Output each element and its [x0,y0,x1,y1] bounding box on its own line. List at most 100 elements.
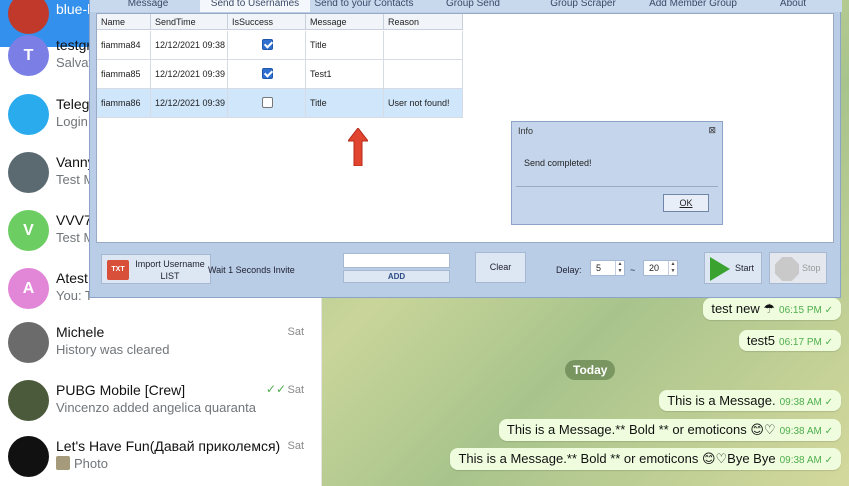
delay-label: Delay: [556,265,582,275]
outgoing-message-bubble[interactable]: This is a Message.** Bold ** or emoticon… [498,419,841,441]
txt-file-icon: TXT [107,260,129,280]
tab-group-scraper[interactable]: Group Scraper [528,0,638,12]
chat-timestamp: Sat [287,384,304,396]
message-text: This is a Message. [667,393,776,408]
tab-add-member-group[interactable]: Add Member Group [638,0,748,12]
cell-sendtime[interactable]: 12/12/2021 09:39 [151,89,228,117]
dialog-divider [516,186,718,187]
outgoing-message-bubble[interactable]: test5 06:17 PM ✓ [738,330,841,351]
message-text: test new ☂ [711,301,776,316]
delay-min-stepper[interactable]: 5 ▲ ▼ [590,260,625,276]
delay-separator: ~ [630,265,636,275]
chat-name: VVV7 [56,212,92,228]
chat-last-message: History was cleared [56,342,170,357]
tab-send-to-usernames[interactable]: Send to Usernames [200,0,310,12]
column-header-name[interactable]: Name [97,14,151,30]
cell-issuccess [228,89,306,117]
chat-name: Let's Have Fun(Давай приколемся) [56,438,281,454]
add-button[interactable]: ADD [343,270,450,283]
date-separator: Today [565,360,616,380]
play-icon [710,257,730,281]
chat-last-message-text: Photo [74,456,108,471]
delay-max-stepper[interactable]: 20 ▲ ▼ [643,260,678,276]
cell-issuccess [228,60,306,88]
message-time: 09:38 AM ✓ [779,426,833,437]
dialog-title: Info [518,126,534,136]
message-text: This is a Message.** Bold ** or emoticon… [458,451,776,466]
avatar [8,152,49,193]
cell-sendtime[interactable]: 12/12/2021 09:39 [151,60,228,88]
grid-header: Name SendTime IsSuccess Message Reason [97,14,463,30]
message-time: 09:38 AM ✓ [779,455,833,466]
tab-bar: Message Send to Usernames Send to your C… [90,0,842,12]
chat-last-message: You: T [56,288,93,303]
invite-wait-label: Wait 1 Seconds Invite [208,265,295,275]
chat-last-message: Salvat [56,55,93,70]
column-header-message[interactable]: Message [306,14,384,30]
avatar [8,380,49,421]
success-checkbox[interactable] [262,39,273,50]
chat-list-item[interactable]: Let's Have Fun(Давай приколемся) Photo Sat [0,430,322,486]
cell-reason[interactable]: User not found! [384,89,463,117]
table-row[interactable]: fiamma86 12/12/2021 09:39 Title User not fo… [97,89,463,118]
tab-message[interactable]: Message [96,0,200,12]
message-time: 09:38 AM ✓ [779,397,833,408]
chat-last-message: Login [56,114,88,129]
close-icon[interactable]: ⊠ [708,125,716,136]
cell-name[interactable]: fiamma86 [97,89,151,117]
stop-button[interactable]: Stop [769,252,827,284]
outgoing-message-bubble[interactable]: This is a Message.** Bold ** or emoticon… [450,448,841,470]
message-text: This is a Message.** Bold ** or emoticon… [506,422,776,437]
column-header-issuccess[interactable]: IsSuccess [228,14,306,30]
cell-sendtime[interactable]: 12/12/2021 09:38 [151,31,228,59]
stop-icon [775,257,799,281]
bulk-sender-window: Message Send to Usernames Send to your C… [89,0,842,298]
table-row[interactable]: fiamma85 12/12/2021 09:39 Test1 [97,60,463,89]
start-button[interactable]: Start [704,252,762,284]
info-dialog: Info ⊠ Send completed! OK [511,121,723,225]
import-username-list-button[interactable]: TXT Import Username LIST [101,254,211,284]
message-time: 06:15 PM ✓ [779,305,833,316]
table-row[interactable]: fiamma84 12/12/2021 09:38 Title [97,31,463,60]
stop-button-label: Stop [802,263,821,273]
tab-send-to-contacts[interactable]: Send to your Contacts [310,0,418,12]
chat-list-item[interactable]: Michele History was cleared Sat [0,316,322,376]
tab-about[interactable]: About [748,0,838,12]
chat-last-message: Vincenzo added angelica quaranta [56,400,256,415]
avatar [8,322,49,363]
cell-message[interactable]: Test1 [306,60,384,88]
column-header-sendtime[interactable]: SendTime [151,14,228,30]
ok-button[interactable]: OK [663,194,709,212]
tab-group-send[interactable]: Group Send [418,0,528,12]
chat-last-message: Photo [56,456,108,471]
cell-name[interactable]: fiamma84 [97,31,151,59]
avatar: V [8,210,49,251]
cell-reason[interactable] [384,60,463,88]
success-checkbox[interactable] [262,68,273,79]
cell-reason[interactable] [384,31,463,59]
avatar [8,94,49,135]
chat-list-item[interactable]: PUBG Mobile [Crew] Vincenzo added angelic… [0,374,322,434]
dialog-message: Send completed! [524,158,592,168]
spin-arrows-icon[interactable]: ▲ ▼ [615,261,624,275]
outgoing-message-bubble[interactable]: test new ☂ 06:15 PM ✓ [703,298,841,320]
delay-max-value: 20 [649,263,660,273]
cell-message[interactable]: Title [306,89,384,117]
results-grid: Name SendTime IsSuccess Message Reason f… [96,13,834,243]
read-ticks-icon: ✓✓ [265,382,286,396]
clear-button[interactable]: Clear [475,252,526,283]
cell-name[interactable]: fiamma85 [97,60,151,88]
start-button-label: Start [735,263,755,273]
cell-message[interactable]: Title [306,31,384,59]
spin-arrows-icon[interactable]: ▲ ▼ [668,261,677,275]
outgoing-message-bubble[interactable]: This is a Message. 09:38 AM ✓ [659,390,841,411]
delay-min-value: 5 [596,263,602,273]
column-header-reason[interactable]: Reason [384,14,463,30]
chat-name: Michele [56,324,105,340]
avatar: T [8,35,49,76]
chat-timestamp: Sat [287,326,304,338]
username-input[interactable] [343,253,450,268]
red-arrow-annotation-icon [348,128,368,166]
success-checkbox[interactable] [262,97,273,108]
chat-timestamp: Sat [287,440,304,452]
